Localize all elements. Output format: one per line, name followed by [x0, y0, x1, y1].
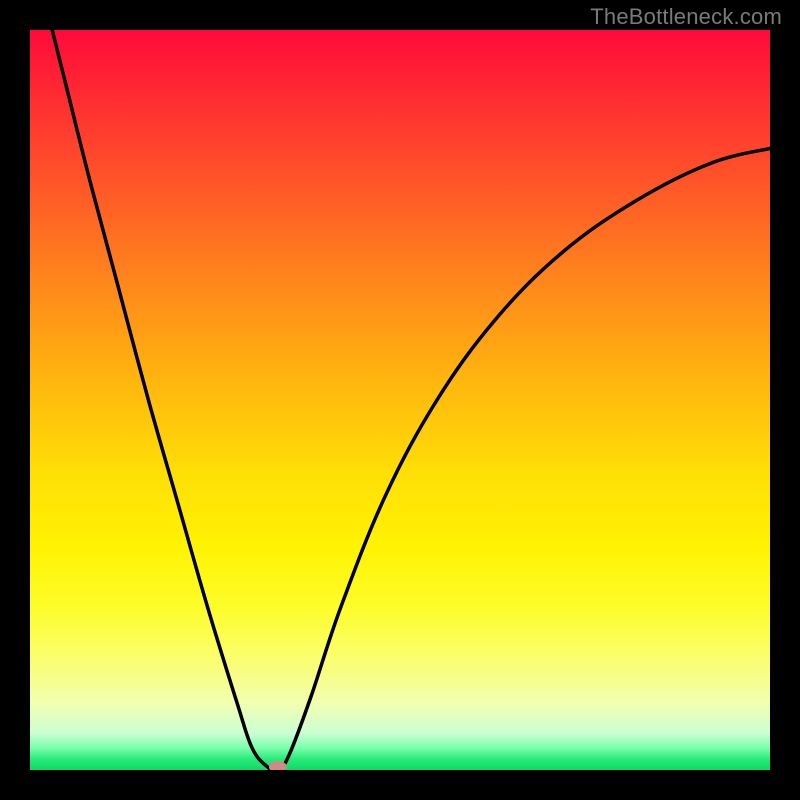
- chart-plot-area: [30, 30, 770, 770]
- chart-frame: TheBottleneck.com: [0, 0, 800, 800]
- bottleneck-curve: [52, 30, 770, 770]
- attribution-label: TheBottleneck.com: [590, 4, 782, 30]
- chart-svg: [30, 30, 770, 770]
